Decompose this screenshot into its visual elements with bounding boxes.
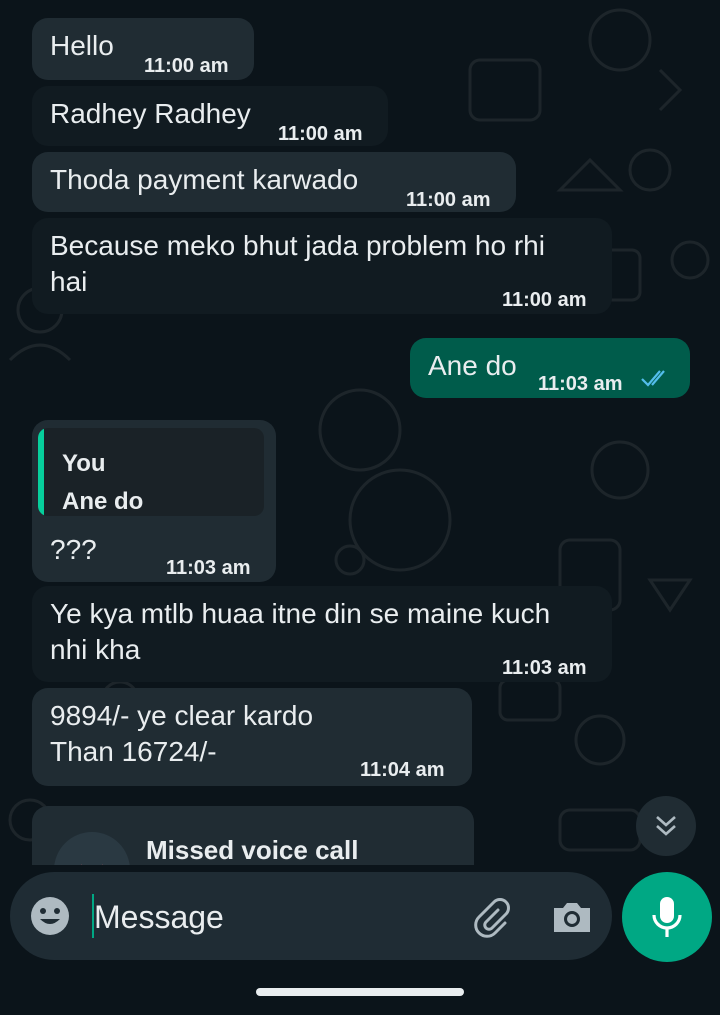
message-time: 11:04 am [360,759,445,781]
message-time: 11:03 am [502,657,587,679]
message-time: 11:03 am [166,557,251,579]
voice-message-button[interactable] [622,872,712,962]
incoming-message[interactable]: Ye kya mtlb huaa itne din se maine kuch … [32,586,612,682]
quote-accent-bar [38,428,44,516]
incoming-message[interactable]: Hello 11:00 am [32,18,254,80]
quoted-message[interactable]: You Ane do [38,428,264,516]
missed-call-icon [54,832,130,865]
message-text: Thoda payment karwado [50,164,359,195]
message-time: 11:00 am [406,189,491,211]
incoming-message[interactable]: Because meko bhut jada problem ho rhi ha… [32,218,612,314]
camera-icon[interactable] [550,894,594,938]
message-input[interactable] [92,892,456,942]
quote-text: Ane do [62,488,144,515]
incoming-message[interactable]: Radhey Radhey 11:00 am [32,86,388,146]
incoming-reply-message[interactable]: You Ane do ??? 11:03 am [32,420,276,582]
emoji-icon[interactable] [28,894,72,938]
message-time: 11:00 am [502,289,587,311]
message-text-line: hai [50,266,88,297]
paperclip-icon[interactable] [468,894,512,938]
quote-author: You [62,450,106,477]
message-text-line: Than 16724/- [50,736,217,767]
chevron-double-down-icon [656,816,676,836]
message-text: Ane do [428,350,517,381]
message-text-line: 9894/- ye clear kardo [50,700,314,731]
microphone-icon [652,897,682,937]
message-text: ??? [50,534,97,565]
message-text: Hello [50,30,114,61]
message-time: 11:03 am [538,373,623,395]
missed-call-message[interactable]: Missed voice call [32,806,474,865]
incoming-message[interactable]: 9894/- ye clear kardo Than 16724/- 11:04… [32,688,472,786]
message-composer [10,872,612,960]
message-time: 11:00 am [144,55,229,77]
message-list[interactable]: Hello 11:00 am Radhey Radhey 11:00 am Th… [0,0,720,865]
message-text-line: nhi kha [50,634,141,665]
message-time: 11:00 am [278,123,363,145]
message-text: Radhey Radhey [50,98,251,129]
outgoing-message[interactable]: Ane do 11:03 am [410,338,690,398]
message-text-line: Because meko bhut jada problem ho rhi [50,230,545,261]
message-text-line: Ye kya mtlb huaa itne din se maine kuch [50,598,551,629]
incoming-message[interactable]: Thoda payment karwado 11:00 am [32,152,516,212]
gesture-navigation-bar[interactable] [256,988,464,996]
text-cursor [92,894,94,938]
missed-call-label: Missed voice call [146,835,359,865]
scroll-to-bottom-button[interactable] [636,796,696,856]
read-double-check-icon [641,370,665,387]
